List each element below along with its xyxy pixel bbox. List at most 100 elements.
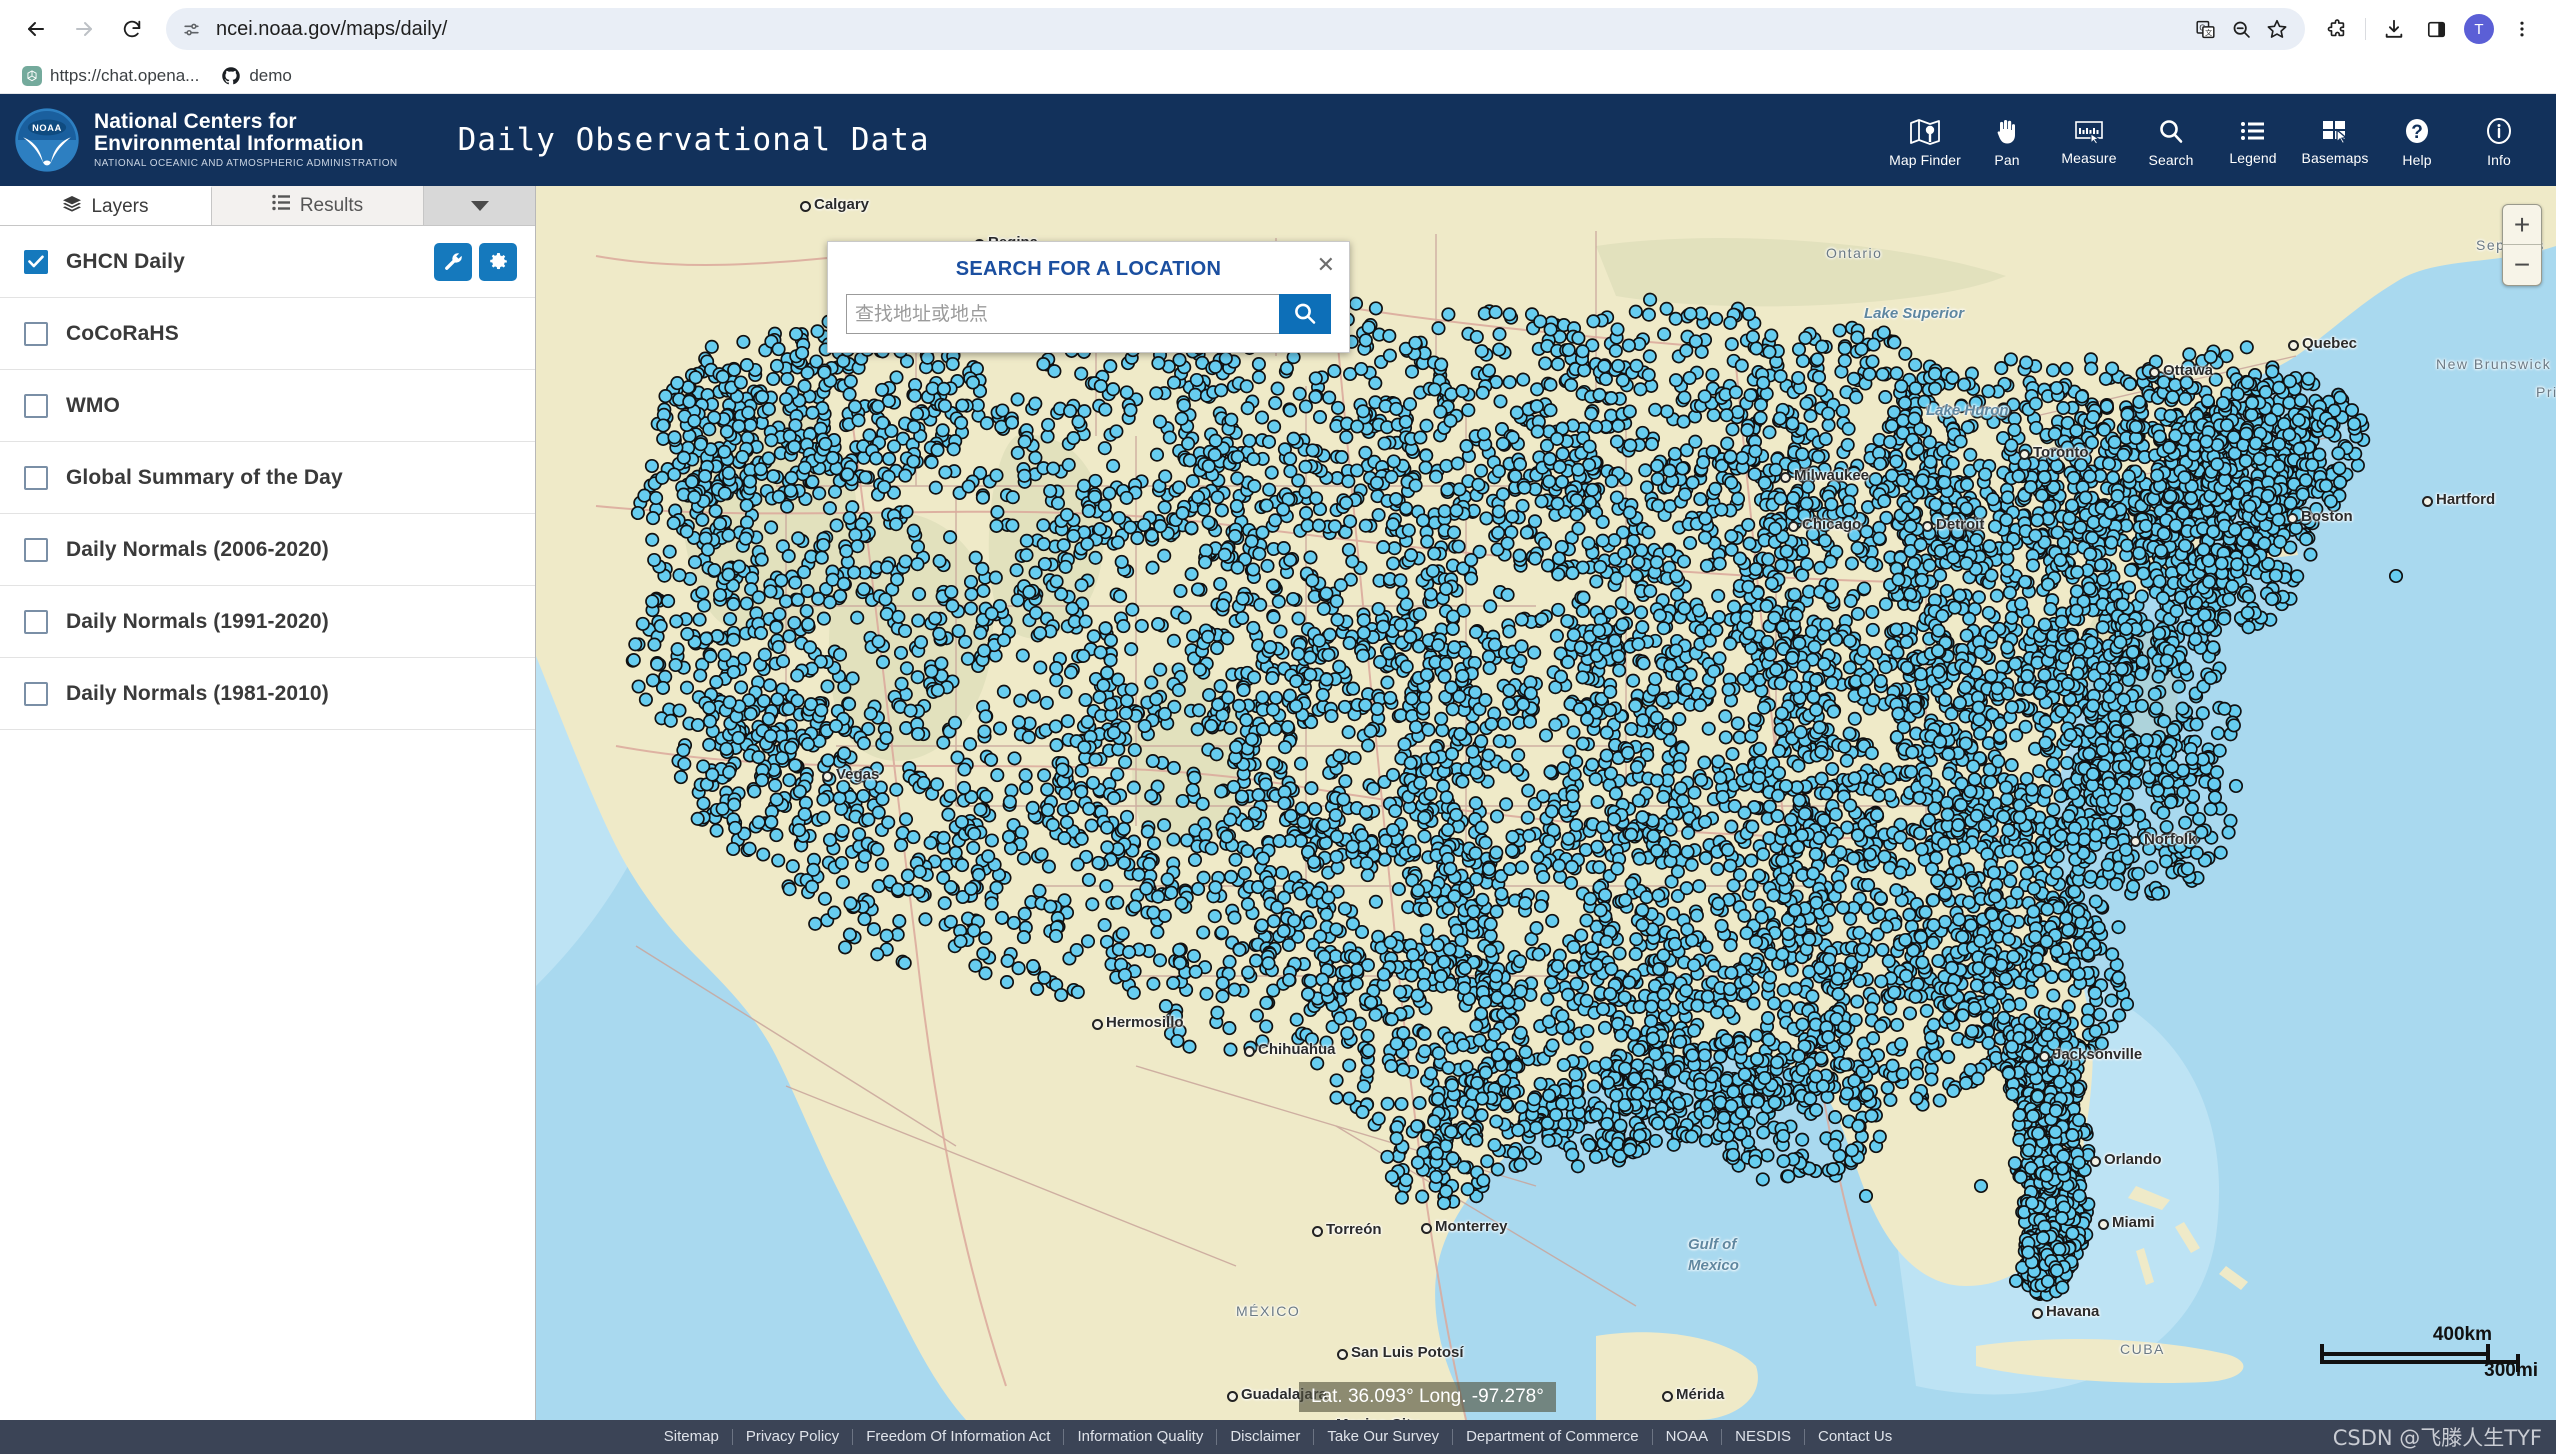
tool-help[interactable]: ? Help [2376, 113, 2458, 168]
brand-block: National Centers for Environmental Infor… [94, 110, 398, 170]
city-marker [2039, 1051, 2050, 1062]
results-list-icon [272, 194, 291, 217]
footer-link[interactable]: Department of Commerce [1453, 1429, 1653, 1445]
hand-icon [1992, 117, 2022, 147]
tool-legend[interactable]: Legend [2212, 113, 2294, 166]
city-marker [1312, 1226, 1323, 1237]
layer-row-daily-normals-1981-2010[interactable]: Daily Normals (1981-2010) [0, 658, 535, 730]
tool-label: Basemaps [2301, 149, 2369, 166]
layer-checkbox[interactable] [24, 681, 48, 706]
layer-checkbox[interactable] [24, 537, 48, 562]
layer-checkbox[interactable] [24, 321, 48, 346]
extensions-icon[interactable] [2317, 9, 2357, 49]
svg-text:文: 文 [2205, 28, 2212, 37]
city-marker [822, 771, 833, 782]
city-marker [2149, 367, 2160, 378]
search-input[interactable] [846, 294, 1279, 334]
layer-row-daily-normals-2006-2020[interactable]: Daily Normals (2006-2020) [0, 514, 535, 586]
tool-basemaps[interactable]: Basemaps [2294, 113, 2376, 166]
tab-results[interactable]: Results [212, 186, 424, 225]
map-area[interactable]: CalgaryReginaWinnipegOntarioQuebecNew Br… [536, 186, 2556, 1420]
tool-info[interactable]: Info [2458, 113, 2540, 168]
page-title: Daily Observational Data [457, 122, 930, 158]
forward-arrow-icon[interactable] [62, 7, 106, 51]
footer-link[interactable]: Disclaimer [1217, 1429, 1315, 1445]
search-row [846, 294, 1331, 334]
bookmarks-bar: https://chat.opena... demo [0, 58, 2556, 94]
footer-link[interactable]: Sitemap [651, 1429, 733, 1445]
tool-search[interactable]: Search [2130, 113, 2212, 168]
layer-checkbox[interactable] [24, 393, 48, 418]
zoom-out-button[interactable]: − [2503, 245, 2541, 285]
tool-label: Help [2402, 151, 2432, 168]
close-icon[interactable]: ✕ [1317, 254, 1335, 276]
bookmark-chatgpt[interactable]: https://chat.opena... [14, 62, 207, 90]
layer-row-wmo[interactable]: WMO [0, 370, 535, 442]
layer-checkbox[interactable] [24, 249, 48, 274]
bookmark-demo[interactable]: demo [213, 62, 300, 90]
layer-row-global-summary-of-the-day[interactable]: Global Summary of the Day [0, 442, 535, 514]
city-marker [1244, 1045, 1255, 1057]
layer-row-daily-normals-1991-2020[interactable]: Daily Normals (1991-2020) [0, 586, 535, 658]
star-icon[interactable] [2259, 11, 2295, 47]
openai-icon [22, 65, 42, 86]
footer-link[interactable]: Freedom Of Information Act [853, 1429, 1065, 1445]
bookmark-label: https://chat.opena... [50, 65, 200, 85]
city-marker [1227, 1391, 1238, 1402]
url-text: ncei.noaa.gov/maps/daily/ [216, 17, 448, 40]
city-marker [1092, 1019, 1103, 1030]
footer-link[interactable]: Privacy Policy [733, 1429, 854, 1445]
translate-icon[interactable]: G文 [2187, 11, 2223, 47]
zoom-in-button[interactable]: + [2503, 205, 2541, 245]
layer-row-cocorahs[interactable]: CoCoRaHS [0, 298, 535, 370]
search-submit-button[interactable] [1279, 294, 1331, 334]
tool-label: Legend [2229, 149, 2277, 166]
city-marker [1662, 1391, 1673, 1402]
tab-label: Results [299, 194, 364, 216]
layer-label: GHCN Daily [66, 249, 185, 273]
layer-checkbox[interactable] [24, 465, 48, 490]
footer-link[interactable]: Take Our Survey [1314, 1429, 1454, 1445]
layer-label: Daily Normals (1991-2020) [66, 609, 329, 633]
city-marker [1780, 472, 1791, 483]
gear-icon[interactable] [479, 242, 517, 281]
site-settings-icon[interactable] [174, 12, 208, 46]
tool-map-finder[interactable]: Map Finder [1884, 113, 1966, 168]
footer-link[interactable]: Contact Us [1805, 1429, 1905, 1445]
address-bar[interactable]: ncei.noaa.gov/maps/daily/ G文 [166, 8, 2305, 50]
search-location-dialog: SEARCH FOR A LOCATION ✕ [827, 241, 1350, 353]
list-icon [2239, 117, 2267, 145]
scale-mi-label: 300mi [2484, 1360, 2538, 1381]
chevron-down-icon[interactable] [424, 186, 535, 225]
side-panel-icon[interactable] [2416, 9, 2456, 49]
zoom-out-icon[interactable] [2223, 11, 2259, 47]
layer-label: WMO [66, 393, 120, 417]
scale-km-label: 400km [2432, 1324, 2492, 1345]
map-toolbar: Map Finder Pan Measure Search Legend Bas… [1884, 113, 2546, 168]
city-marker [2032, 1308, 2043, 1319]
avatar[interactable]: T [2464, 14, 2494, 44]
tool-label: Search [2148, 151, 2194, 168]
back-arrow-icon[interactable] [14, 7, 58, 51]
tab-layers[interactable]: Layers [0, 186, 212, 225]
footer-link[interactable]: NOAA [1653, 1429, 1723, 1445]
layer-row-ghcn-daily[interactable]: GHCN Daily [0, 226, 535, 298]
footer-link[interactable]: NESDIS [1722, 1429, 1805, 1445]
download-icon[interactable] [2374, 9, 2414, 49]
panel-tabs: Layers Results [0, 186, 535, 226]
layer-label: Global Summary of the Day [66, 465, 343, 489]
reload-icon[interactable] [110, 7, 154, 51]
wrench-icon[interactable] [434, 242, 472, 281]
layer-checkbox[interactable] [24, 609, 48, 634]
tool-measure[interactable]: Measure [2048, 113, 2130, 166]
question-mark-icon: ? [2402, 117, 2432, 147]
dialog-title: SEARCH FOR A LOCATION [955, 258, 1222, 280]
footer-links: Sitemap Privacy Policy Freedom Of Informat… [651, 1429, 1905, 1445]
city-marker [800, 201, 811, 212]
city-marker [1922, 521, 1933, 532]
tool-pan[interactable]: Pan [1966, 113, 2048, 168]
browser-toolbar-right: T [2317, 9, 2542, 49]
footer-link[interactable]: Information Quality [1064, 1429, 1218, 1445]
bookmark-label: demo [249, 65, 292, 85]
three-dot-menu-icon[interactable] [2502, 9, 2542, 49]
